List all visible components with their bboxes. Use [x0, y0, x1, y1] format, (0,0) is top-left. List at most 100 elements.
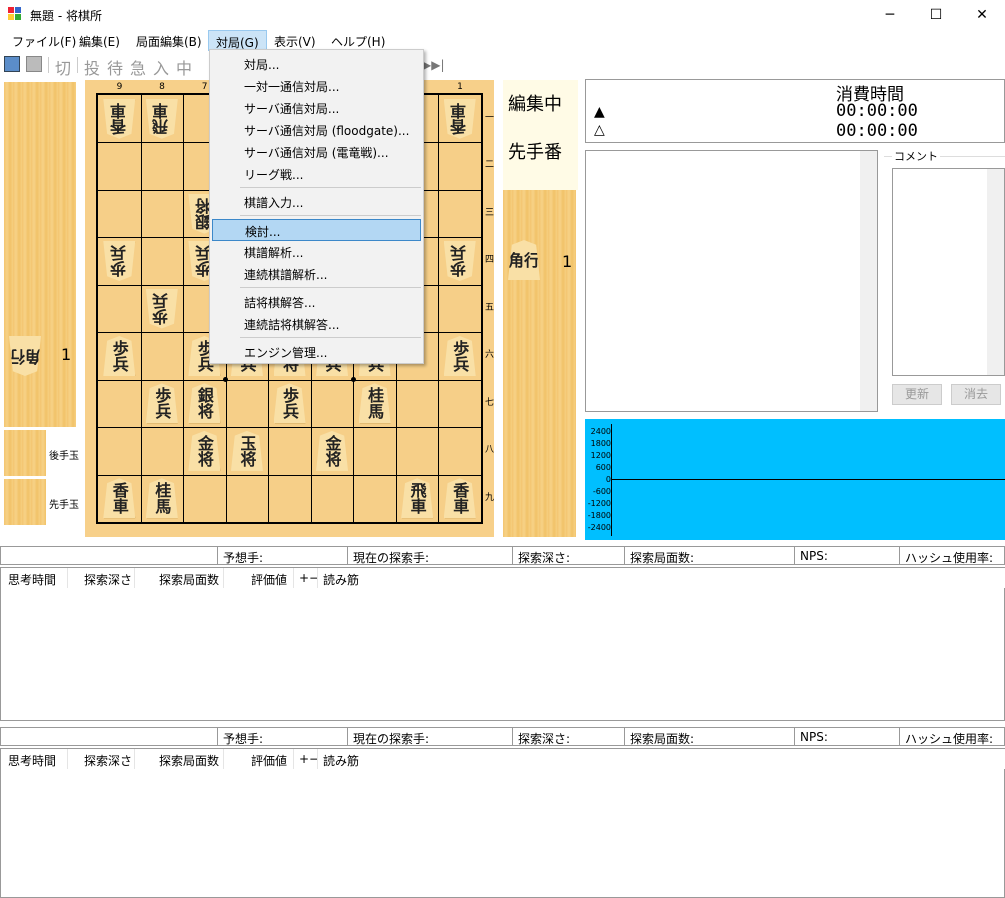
- piece-gote[interactable]: 香車: [443, 98, 476, 139]
- window-title: 無題 - 将棋所: [30, 9, 102, 23]
- row-label: 五: [485, 302, 495, 313]
- piece-sente[interactable]: 歩兵: [145, 383, 178, 424]
- hurry-button[interactable]: 急: [130, 55, 146, 79]
- graph-axis-label: 1200: [590, 451, 611, 460]
- print-icon[interactable]: [26, 56, 42, 72]
- row-label: 七: [485, 397, 495, 408]
- dropdown-separator: [240, 287, 421, 288]
- close-button[interactable]: ✕: [959, 0, 1005, 30]
- col-eval[interactable]: 評価値: [251, 571, 287, 588]
- menu-edit[interactable]: 編集(E): [73, 31, 126, 50]
- row-label: 三: [485, 207, 495, 218]
- col-depth[interactable]: 探索深さ: [84, 571, 132, 588]
- piece-sente[interactable]: 香車: [103, 478, 136, 519]
- sente-mark-icon: ▲: [594, 104, 605, 120]
- comment-input[interactable]: [892, 168, 1005, 376]
- gote-hand-piece[interactable]: 角行: [9, 336, 41, 376]
- piece-sente[interactable]: 金将: [316, 430, 349, 471]
- engine2-nodes-label: 探索局面数:: [630, 732, 695, 746]
- clear-button[interactable]: 消去: [951, 384, 1001, 405]
- menu-help[interactable]: ヘルプ(H): [325, 31, 391, 50]
- col-label: 8: [159, 82, 165, 92]
- menu-view[interactable]: 表示(V): [268, 31, 322, 50]
- sente-hand-piece[interactable]: 角行: [508, 240, 540, 280]
- menu-position-edit[interactable]: 局面編集(B): [130, 31, 208, 50]
- stop-button[interactable]: 中: [176, 55, 192, 79]
- enter-button[interactable]: 入: [153, 55, 169, 79]
- engine2-list[interactable]: 思考時間 探索深さ 探索局面数 評価値 +− 読み筋: [0, 748, 1005, 898]
- dropdown-item[interactable]: サーバ通信対局 (電竜戦)...: [212, 141, 421, 163]
- engine1-nodes-label: 探索局面数:: [630, 551, 695, 565]
- engine1-current-label: 現在の探索手:: [353, 551, 430, 565]
- minimize-button[interactable]: ─: [867, 0, 913, 30]
- engine1-hash-label: ハッシュ使用率:: [905, 551, 994, 565]
- graph-axis-label: -2400: [587, 523, 611, 532]
- last-move-icon[interactable]: ▶▶|: [422, 58, 445, 72]
- piece-sente[interactable]: 歩兵: [273, 383, 306, 424]
- engine1-list[interactable]: 思考時間 探索深さ 探索局面数 評価値 +− 読み筋: [0, 567, 1005, 721]
- piece-sente[interactable]: 銀将: [188, 383, 221, 424]
- engine2-nps-label: NPS:: [800, 730, 828, 744]
- wait-button[interactable]: 待: [107, 55, 123, 79]
- row-label: 六: [485, 350, 495, 361]
- engine1-pv-label: 予想手:: [223, 551, 264, 565]
- save-icon[interactable]: [4, 56, 20, 72]
- maximize-button[interactable]: ☐: [913, 0, 959, 30]
- col-depth[interactable]: 探索深さ: [84, 752, 132, 769]
- dropdown-item[interactable]: 連続詰将棋解答...: [212, 313, 421, 335]
- graph-axis-label: 600: [595, 463, 611, 472]
- dropdown-separator: [240, 337, 421, 338]
- piece-sente[interactable]: 飛車: [401, 478, 434, 519]
- piece-sente[interactable]: 玉将: [230, 430, 263, 471]
- cut-button[interactable]: 切: [55, 55, 71, 79]
- update-button[interactable]: 更新: [892, 384, 942, 405]
- dropdown-item[interactable]: サーバ通信対局...: [212, 97, 421, 119]
- dropdown-item[interactable]: エンジン管理...: [212, 341, 421, 363]
- gote-hand-count: 1: [61, 345, 72, 364]
- piece-gote[interactable]: 歩兵: [145, 288, 178, 329]
- menu-file[interactable]: ファイル(F): [6, 31, 82, 50]
- col-pv[interactable]: 読み筋: [323, 752, 359, 769]
- col-pv[interactable]: 読み筋: [323, 571, 359, 588]
- dropdown-item[interactable]: 検討...: [212, 219, 421, 241]
- piece-sente[interactable]: 歩兵: [103, 335, 136, 376]
- piece-sente[interactable]: 金将: [188, 430, 221, 471]
- dropdown-item[interactable]: 棋譜入力...: [212, 191, 421, 213]
- dropdown-item[interactable]: 対局...: [212, 53, 421, 75]
- piece-gote[interactable]: 歩兵: [443, 241, 476, 282]
- piece-gote[interactable]: 歩兵: [103, 241, 136, 282]
- sente-time: 00:00:00: [836, 101, 918, 121]
- col-nodes[interactable]: 探索局面数: [159, 571, 219, 588]
- col-eval[interactable]: 評価値: [251, 752, 287, 769]
- dropdown-item[interactable]: リーグ戦...: [212, 163, 421, 185]
- col-time[interactable]: 思考時間: [8, 752, 56, 769]
- comment-scrollbar[interactable]: [987, 169, 1004, 375]
- status-box: 編集中 先手番: [503, 80, 578, 190]
- gote-king-slot: [4, 430, 46, 476]
- gote-king-label: 後手玉: [49, 451, 79, 462]
- dropdown-item[interactable]: 連続棋譜解析...: [212, 263, 421, 285]
- kifu-scrollbar[interactable]: [860, 151, 877, 411]
- graph-axis-label: -1200: [587, 499, 611, 508]
- gote-time: 00:00:00: [836, 121, 918, 141]
- piece-sente[interactable]: 桂馬: [145, 478, 178, 519]
- menu-game[interactable]: 対局(G): [208, 30, 267, 51]
- piece-sente[interactable]: 桂馬: [358, 383, 391, 424]
- graph-axis-label: -1800: [587, 511, 611, 520]
- piece-gote[interactable]: 香車: [103, 98, 136, 139]
- graph-axis-label: 2400: [590, 427, 611, 436]
- piece-sente[interactable]: 香車: [443, 478, 476, 519]
- piece-gote[interactable]: 飛車: [145, 98, 178, 139]
- col-time[interactable]: 思考時間: [8, 571, 56, 588]
- sente-hand-area: 角行 1: [503, 190, 576, 537]
- dropdown-item[interactable]: 一対一通信対局...: [212, 75, 421, 97]
- resign-button[interactable]: 投: [84, 55, 100, 79]
- kifu-list[interactable]: [585, 150, 878, 412]
- col-nodes[interactable]: 探索局面数: [159, 752, 219, 769]
- dropdown-item[interactable]: 詰将棋解答...: [212, 291, 421, 313]
- dropdown-item[interactable]: 棋譜解析...: [212, 241, 421, 263]
- piece-sente[interactable]: 歩兵: [443, 335, 476, 376]
- comment-group: コメント 更新 消去: [884, 148, 1005, 410]
- engine1-header: 思考時間 探索深さ 探索局面数 評価値 +− 読み筋: [1, 568, 1005, 588]
- dropdown-item[interactable]: サーバ通信対局 (floodgate)...: [212, 119, 421, 141]
